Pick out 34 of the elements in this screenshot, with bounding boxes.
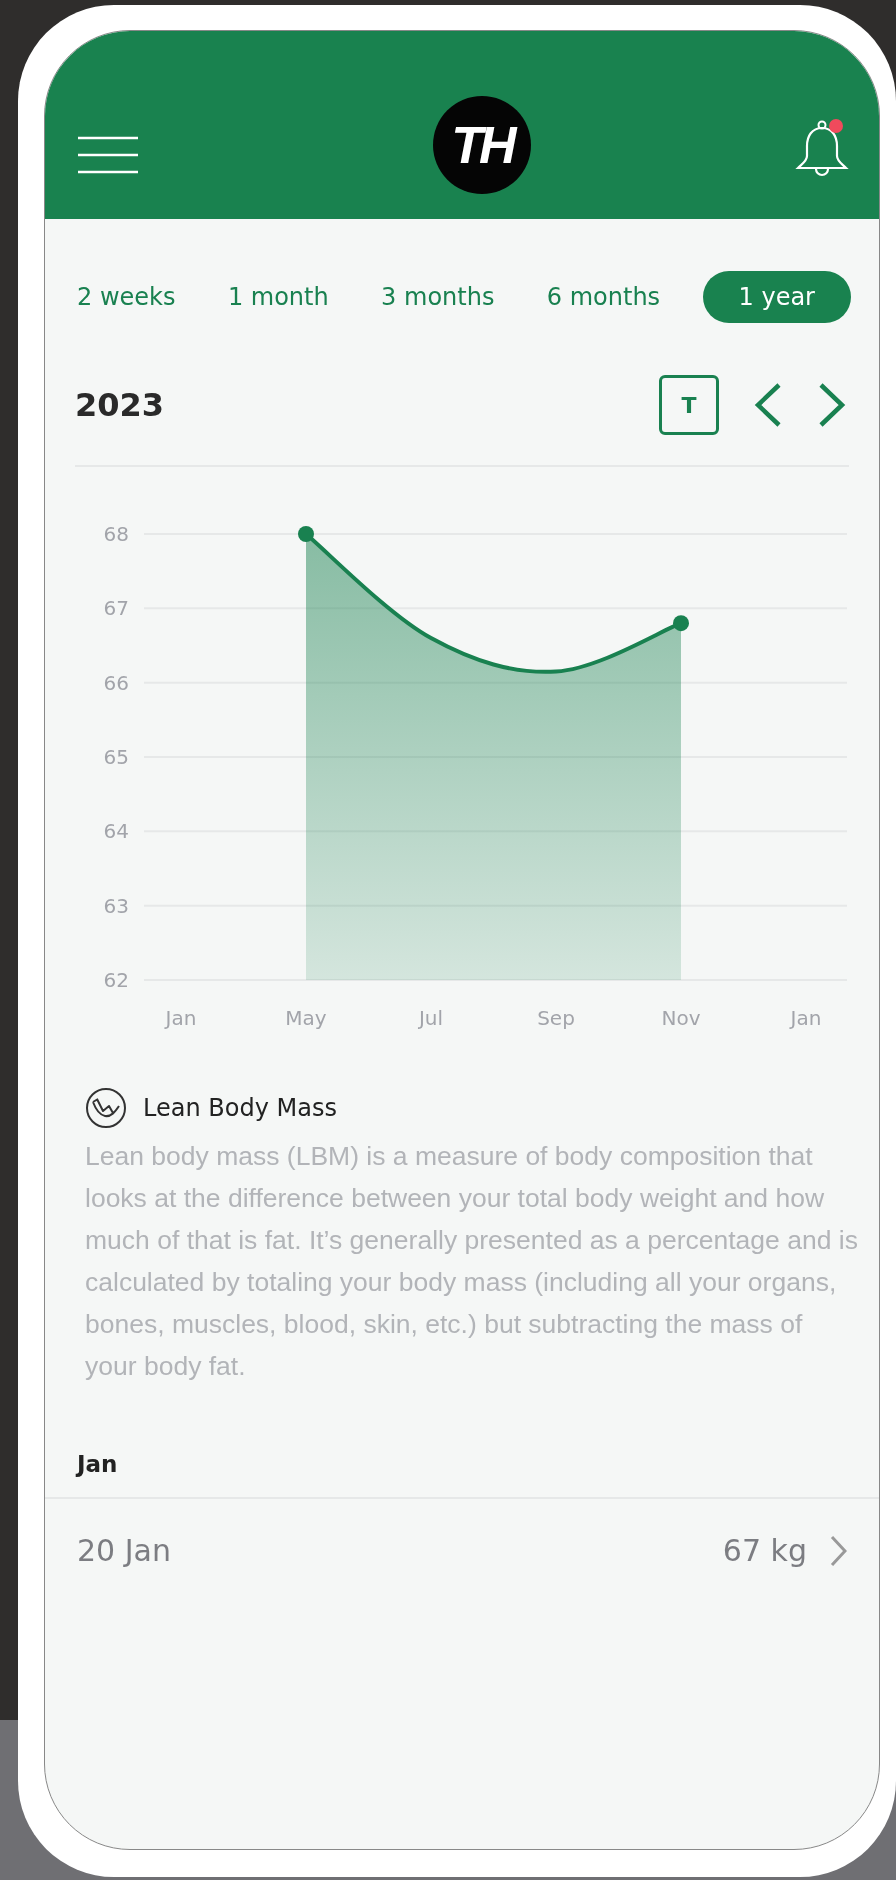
- logo: TH: [433, 96, 531, 194]
- data-point: [673, 615, 689, 632]
- data-point: [298, 526, 314, 542]
- y-tick-label: 67: [103, 596, 129, 621]
- x-tick-label: Jul: [418, 1006, 444, 1030]
- y-tick-label: 62: [103, 968, 129, 992]
- x-tick-label: May: [285, 1006, 327, 1030]
- y-tick-label: 64: [103, 819, 129, 844]
- entry-value: 67 kg: [722, 1533, 807, 1568]
- year-title: 2023: [75, 386, 165, 424]
- period-tab[interactable]: 1 month: [217, 271, 339, 323]
- x-tick-label: Nov: [661, 1006, 701, 1030]
- menu-icon[interactable]: [77, 135, 139, 175]
- today-button[interactable]: T: [659, 375, 719, 435]
- entry-row[interactable]: 20 Jan 67 kg: [45, 1499, 879, 1568]
- entry-date: 20 Jan: [77, 1533, 172, 1568]
- period-tab[interactable]: 6 months: [536, 271, 671, 323]
- y-tick-label: 63: [103, 893, 129, 918]
- month-heading: Jan: [74, 1450, 119, 1477]
- y-tick-label: 68: [103, 522, 129, 546]
- description: Lean body mass (LBM) is a measure of body composition that looks at the difference between your total body weight and how much of that is fat. It’s generally presented as a percentage and is calculated by totaling your body mass (including all your organs, bones, muscles, blood, skin, etc.) but subtracting the mass of your body fat.: [85, 1140, 859, 1383]
- x-tick-label: Jan: [790, 1006, 822, 1030]
- x-tick-label: Sep: [537, 1006, 575, 1030]
- info-title: Lean Body Mass: [143, 1094, 337, 1122]
- period-tab[interactable]: 3 months: [371, 271, 505, 323]
- chevron-right-icon[interactable]: [817, 382, 847, 428]
- x-tick-label: Jan: [165, 1006, 197, 1030]
- y-tick-label: 65: [103, 745, 129, 769]
- y-tick-label: 66: [103, 670, 129, 695]
- period-tab[interactable]: 1 year: [702, 271, 851, 323]
- period-tab[interactable]: 2 weeks: [67, 271, 186, 323]
- chevron-left-icon[interactable]: [753, 382, 783, 428]
- muscle-icon: [85, 1087, 127, 1129]
- chevron-right-icon: [829, 1534, 847, 1567]
